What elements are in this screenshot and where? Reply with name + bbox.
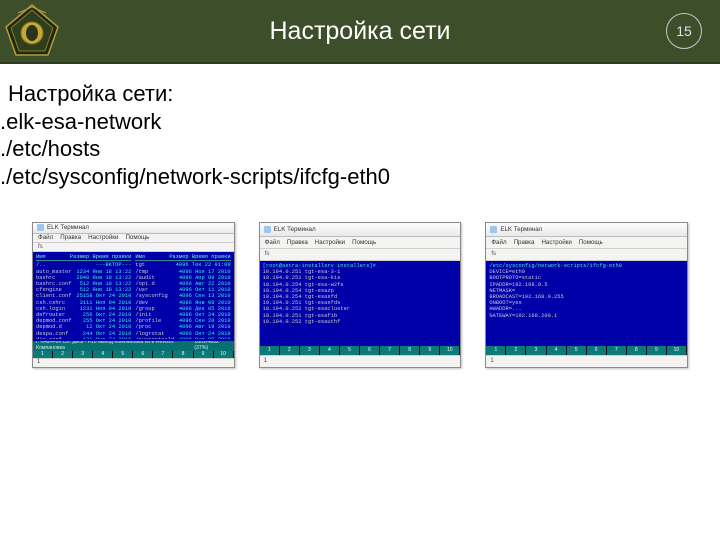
fkey[interactable]: 9 [194,351,213,358]
fkey[interactable]: 6 [360,346,379,355]
app-icon [264,226,271,233]
fkey[interactable]: 2 [53,351,72,358]
window-menubar: Файл Правка Настройки Помощь [486,237,687,249]
window-titlebar: ELK Терминал [33,223,234,234]
app-icon [490,226,497,233]
menu-item[interactable]: Файл [491,239,506,246]
fkey-row: 12345678910 [486,346,687,355]
menu-item[interactable]: Правка [287,239,308,246]
fkey[interactable]: 1 [33,351,52,358]
right-panel: ИмяРазмер Время правки tgt4096 Тек 22 01… [135,254,230,339]
menu-item[interactable]: Настройки [315,239,345,246]
window-tab-bar: 1 [33,358,234,367]
list-item: 10.194.0.252 tgt-esauthf [263,319,458,325]
fkey[interactable]: 10 [667,346,686,355]
fkey[interactable]: 5 [567,346,586,355]
fkey[interactable]: 1 [486,346,505,355]
menu-item[interactable]: Файл [265,239,280,246]
menu-item[interactable]: Правка [60,234,81,241]
fkey[interactable]: 2 [506,346,525,355]
menu-item[interactable]: Настройки [541,239,571,246]
list-item: /syscentrald4096 Окт 09 2010 [135,337,230,339]
page-number-badge: 15 [666,13,702,49]
window-tab-bar: 1 [260,355,461,367]
terminal-window-c: ELK Терминал Файл Правка Настройки Помощ… [485,222,688,368]
tab-label[interactable]: 1 [490,358,493,365]
fkey[interactable]: 7 [380,346,399,355]
fkey-row: 12345678910 [33,351,234,358]
fkey[interactable]: 8 [173,351,192,358]
toolbar-text: fs [38,244,43,251]
list-item: GATEWAY=192.168.200.1 [489,313,684,319]
window-title: ELK Терминал [47,224,89,231]
screenshots-row: ELK Терминал Файл Правка Настройки Помощ… [32,222,688,368]
fkey[interactable]: 3 [526,346,545,355]
emblem-icon [4,3,60,59]
mc-panel: ИмяРазмер Время правки /..---BKTOP---aut… [33,252,234,341]
fkey[interactable]: 9 [647,346,666,355]
menu-item[interactable]: Правка [514,239,535,246]
fkey-row: 12345678910 [260,346,461,355]
window-title: ELK Терминал [500,226,542,233]
window-tab-bar: 1 [486,355,687,367]
window-toolbar: fs [33,243,234,252]
terminal-window-b: ELK Терминал Файл Правка Настройки Помощ… [259,222,462,368]
body-item: ./etc/sysconfig/network-scripts/ifcfg-et… [0,163,700,191]
fkey[interactable]: 5 [113,351,132,358]
fkey[interactable]: 1 [260,346,279,355]
menu-item[interactable]: Помощь [352,239,376,246]
body-text: Настройка сети: .elk-esa-network ./etc/h… [0,80,700,190]
fkey[interactable]: 6 [133,351,152,358]
tab-label[interactable]: 1 [264,358,267,365]
window-toolbar: fs [260,249,461,261]
window-title: ELK Терминал [274,226,316,233]
list-item: dir.conf121 Окт 24 2010 [36,337,131,339]
menu-item[interactable]: Файл [38,234,53,241]
editor-body: /etc/sysconfig/network-scripts/ifcfg-eth… [486,261,687,346]
slide: Настройка сети 15 Настройка сети: .elk-e… [0,0,720,540]
fkey[interactable]: 10 [214,351,233,358]
fkey[interactable]: 2 [280,346,299,355]
fkey[interactable]: 4 [547,346,566,355]
fkey[interactable]: 7 [607,346,626,355]
body-item: ./etc/hosts [0,135,700,163]
window-menubar: Файл Правка Настройки Помощь [260,237,461,249]
fkey[interactable]: 8 [627,346,646,355]
fkey[interactable]: 4 [93,351,112,358]
fkey[interactable]: 7 [153,351,172,358]
body-item: .elk-esa-network [0,108,700,136]
page-number: 15 [676,23,692,39]
terminal-window-a: ELK Терминал Файл Правка Настройки Помощ… [32,222,235,368]
fkey[interactable]: 8 [400,346,419,355]
fkey[interactable]: 10 [440,346,459,355]
menu-item[interactable]: Помощь [579,239,603,246]
tab-label[interactable]: 1 [37,359,40,366]
toolbar-text: fs [265,251,270,258]
fkey[interactable]: 3 [300,346,319,355]
editor-body: [root@astra-installsrv installers]# 10.1… [260,261,461,346]
toolbar-text: fs [491,251,496,258]
title-bar: Настройка сети 15 [0,0,720,64]
left-panel: ИмяРазмер Время правки /..---BKTOP---aut… [36,254,131,339]
fkey[interactable]: 6 [587,346,606,355]
menu-item[interactable]: Настройки [88,234,118,241]
window-titlebar: ELK Терминал [486,223,687,237]
window-toolbar: fs [486,249,687,261]
fkey[interactable]: 9 [420,346,439,355]
fkey[interactable]: 3 [73,351,92,358]
menu-item[interactable]: Помощь [125,234,149,241]
slide-title: Настройка сети [269,17,450,46]
body-heading: Настройка сети: [0,80,700,108]
mc-status: /. «Alt+F6» Сл. диск - F10 выход Компано… [33,341,234,351]
window-menubar: Файл Правка Настройки Помощь [33,234,234,243]
fkey[interactable]: 4 [320,346,339,355]
app-icon [37,224,44,231]
fkey[interactable]: 5 [340,346,359,355]
window-titlebar: ELK Терминал [260,223,461,237]
